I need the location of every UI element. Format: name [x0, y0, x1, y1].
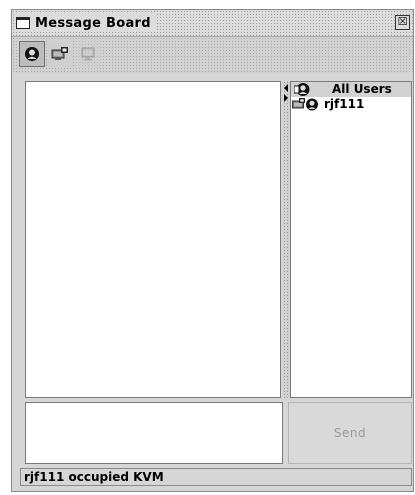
message-display-area[interactable] [25, 81, 281, 398]
user-list: All Users rjf111 [290, 81, 412, 398]
toolbar [12, 37, 413, 73]
user-toggle-button[interactable] [19, 41, 45, 67]
user-list-item-label: All Users [332, 82, 392, 96]
split-pane-divider[interactable] [283, 81, 290, 398]
window-title: Message Board [35, 15, 151, 31]
title-group: Message Board [16, 14, 157, 32]
user-list-item-rjf111[interactable]: rjf111 [291, 97, 411, 112]
release-kvm-button[interactable] [75, 41, 101, 67]
user-list-item-label: rjf111 [324, 97, 365, 111]
send-button[interactable]: Send [288, 402, 412, 464]
message-board-window: Message Board ☒ All Users rjf111 Send rj… [11, 9, 414, 492]
status-bar: rjf111 occupied KVM [20, 468, 412, 486]
collapse-right-arrow-icon[interactable] [284, 94, 288, 102]
user-list-item-all-users[interactable]: All Users [291, 82, 411, 97]
kvm-occupy-icon [51, 47, 68, 60]
collapse-left-arrow-icon[interactable] [284, 84, 288, 92]
kvm-release-icon [81, 47, 95, 61]
occupy-kvm-button[interactable] [47, 41, 73, 67]
window-icon [16, 17, 30, 29]
user-icon [25, 47, 39, 61]
close-button[interactable]: ☒ [395, 15, 410, 30]
title-bar[interactable]: Message Board ☒ [12, 10, 413, 37]
all-users-icon [294, 83, 310, 96]
message-input[interactable] [25, 402, 283, 464]
kvm-user-icon [292, 98, 318, 111]
